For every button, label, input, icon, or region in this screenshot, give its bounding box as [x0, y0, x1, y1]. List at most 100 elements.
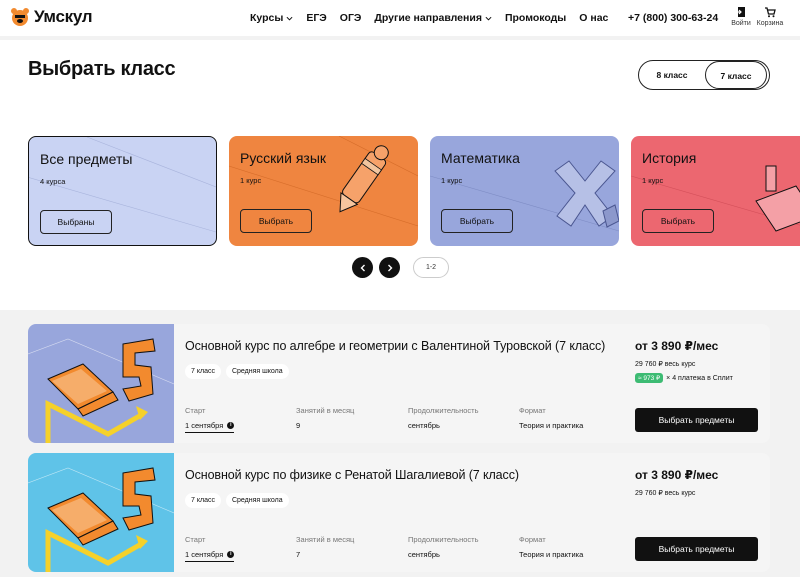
nav-label: ЕГЭ: [306, 12, 327, 24]
login-button[interactable]: Войти: [726, 6, 756, 27]
course-title[interactable]: Основной курс по алгебре и геометрии с В…: [185, 339, 605, 353]
tag-grade: 7 класс: [185, 364, 221, 379]
meta-value: Теория и практика: [519, 421, 584, 430]
meta-label: Продолжительность: [408, 406, 479, 415]
page: Умскул Курсы ЕГЭ ОГЭ Другие направления …: [0, 0, 800, 577]
subject-count: 1 курс: [642, 176, 664, 185]
cart-button[interactable]: Корзина: [755, 6, 785, 27]
nav-label: ОГЭ: [339, 12, 362, 24]
course-tags: 7 класс Средняя школа: [185, 364, 289, 379]
course-card[interactable]: Основной курс по физике с Ренатой Шагали…: [28, 453, 770, 572]
subject-card-history[interactable]: История 1 курс Выбрать: [631, 136, 800, 246]
class-option-7-selected[interactable]: 7 класс: [705, 61, 767, 89]
meta-value: 9: [296, 421, 301, 430]
logo-text: Умскул: [34, 7, 93, 26]
login-label: Войти: [731, 20, 751, 27]
info-icon[interactable]: i: [227, 422, 235, 429]
nav-label: Курсы: [250, 12, 284, 24]
choose-subjects-button[interactable]: Выбрать предметы: [635, 537, 758, 561]
tag-grade: 7 класс: [185, 493, 221, 508]
meta-start: Старт 1 сентября i: [185, 535, 235, 562]
meta-value: 1 сентября: [185, 421, 224, 430]
course-title[interactable]: Основной курс по физике с Ренатой Шагали…: [185, 468, 519, 482]
start-date-value[interactable]: 1 сентября i: [185, 421, 235, 433]
nav-courses[interactable]: Курсы: [250, 12, 293, 24]
subject-select-button[interactable]: Выбрать: [642, 209, 714, 233]
course-price: от 3 890 ₽/мес: [635, 468, 719, 482]
meta-value: сентябрь: [408, 550, 440, 559]
meta-value: сентябрь: [408, 421, 440, 430]
logo[interactable]: Умскул: [10, 7, 93, 27]
subject-count: 1 курс: [240, 176, 262, 185]
cart-icon: [765, 7, 776, 18]
subject-card-all[interactable]: Все предметы 4 курса Выбраны: [28, 136, 217, 246]
split-payment[interactable]: ≈ 973 ₽ × 4 платежа в Сплит: [635, 373, 733, 383]
subject-title: Математика: [441, 150, 520, 166]
subject-select-button[interactable]: Выбрать: [240, 209, 312, 233]
class-picker-section: Выбрать класс 8 класс 7 класс Все предме…: [0, 40, 800, 310]
meta-label: Формат: [519, 406, 546, 415]
meta-duration: Продолжительность сентябрь: [408, 406, 479, 430]
subject-carousel: Все предметы 4 курса Выбраны Русский язы…: [0, 136, 800, 248]
course-total-price: 29 760 ₽ весь курс: [635, 490, 696, 497]
meta-value: Теория и практика: [519, 550, 584, 559]
bear-logo-icon: [11, 8, 29, 26]
subject-title: Русский язык: [240, 150, 327, 166]
nav-label: Промокоды: [504, 12, 567, 24]
class-option-8[interactable]: 8 класс: [639, 61, 705, 89]
meta-label: Формат: [519, 535, 546, 544]
nav-promocodes[interactable]: Промокоды: [505, 12, 566, 24]
phone-link[interactable]: +7 (800) 300-63-24: [628, 12, 718, 24]
tag-level: Средняя школа: [225, 364, 289, 379]
nav-about[interactable]: О нас: [579, 12, 608, 24]
info-icon[interactable]: i: [227, 551, 235, 558]
meta-lessons: Занятий в месяц 9: [296, 406, 354, 430]
subject-card-math[interactable]: Математика 1 курс Выбрать: [430, 136, 619, 246]
meta-start: Старт 1 сентября i: [185, 406, 235, 433]
meta-label: Старт: [185, 406, 206, 415]
nav-other-directions[interactable]: Другие направления: [374, 12, 492, 24]
cart-label: Корзина: [756, 20, 784, 27]
subject-selected-button[interactable]: Выбраны: [40, 210, 112, 234]
subject-title: История: [642, 150, 697, 166]
meta-label: Занятий в месяц: [296, 406, 355, 415]
chevron-right-icon: [387, 264, 392, 271]
meta-label: Продолжительность: [408, 535, 479, 544]
tag-level: Средняя школа: [225, 493, 289, 508]
start-date-value[interactable]: 1 сентября i: [185, 550, 235, 562]
page-title: Выбрать класс: [28, 58, 176, 80]
meta-label: Старт: [185, 535, 206, 544]
course-tags: 7 класс Средняя школа: [185, 493, 289, 508]
main-nav: Курсы ЕГЭ ОГЭ Другие направления Промоко…: [250, 12, 608, 24]
subject-title: Все предметы: [40, 151, 133, 167]
header: Умскул Курсы ЕГЭ ОГЭ Другие направления …: [0, 0, 800, 36]
subject-count: 4 курса: [40, 177, 66, 186]
course-illustration-laptop: [28, 324, 174, 443]
carousel-next-button[interactable]: [379, 257, 400, 278]
split-text: × 4 платежа в Сплит: [666, 374, 733, 382]
course-illustration-laptop: [28, 453, 174, 572]
chevron-down-icon: [286, 16, 293, 21]
login-icon: [735, 7, 745, 17]
chevron-left-icon: [360, 264, 365, 271]
course-total-price: 29 760 ₽ весь курс: [635, 361, 696, 368]
meta-format: Формат Теория и практика: [519, 406, 583, 430]
nav-oge[interactable]: ОГЭ: [340, 12, 362, 24]
subject-select-button[interactable]: Выбрать: [441, 209, 513, 233]
meta-lessons: Занятий в месяц 7: [296, 535, 354, 559]
meta-value: 7: [296, 550, 301, 559]
choose-subjects-button[interactable]: Выбрать предметы: [635, 408, 758, 432]
subject-count: 1 курс: [441, 176, 463, 185]
course-card[interactable]: Основной курс по алгебре и геометрии с В…: [28, 324, 770, 443]
carousel-prev-button[interactable]: [352, 257, 373, 278]
meta-value: 1 сентября: [185, 550, 224, 559]
carousel-pager: 1-2: [352, 257, 449, 278]
nav-label: О нас: [579, 12, 609, 24]
nav-ege[interactable]: ЕГЭ: [306, 12, 326, 24]
split-badge: ≈ 973 ₽: [635, 373, 664, 383]
chevron-down-icon: [485, 16, 492, 21]
meta-label: Занятий в месяц: [296, 535, 355, 544]
subject-card-russian[interactable]: Русский язык 1 курс Выбрать: [229, 136, 418, 246]
course-price: от 3 890 ₽/мес: [635, 339, 719, 353]
class-toggle: 8 класс 7 класс: [638, 60, 770, 90]
